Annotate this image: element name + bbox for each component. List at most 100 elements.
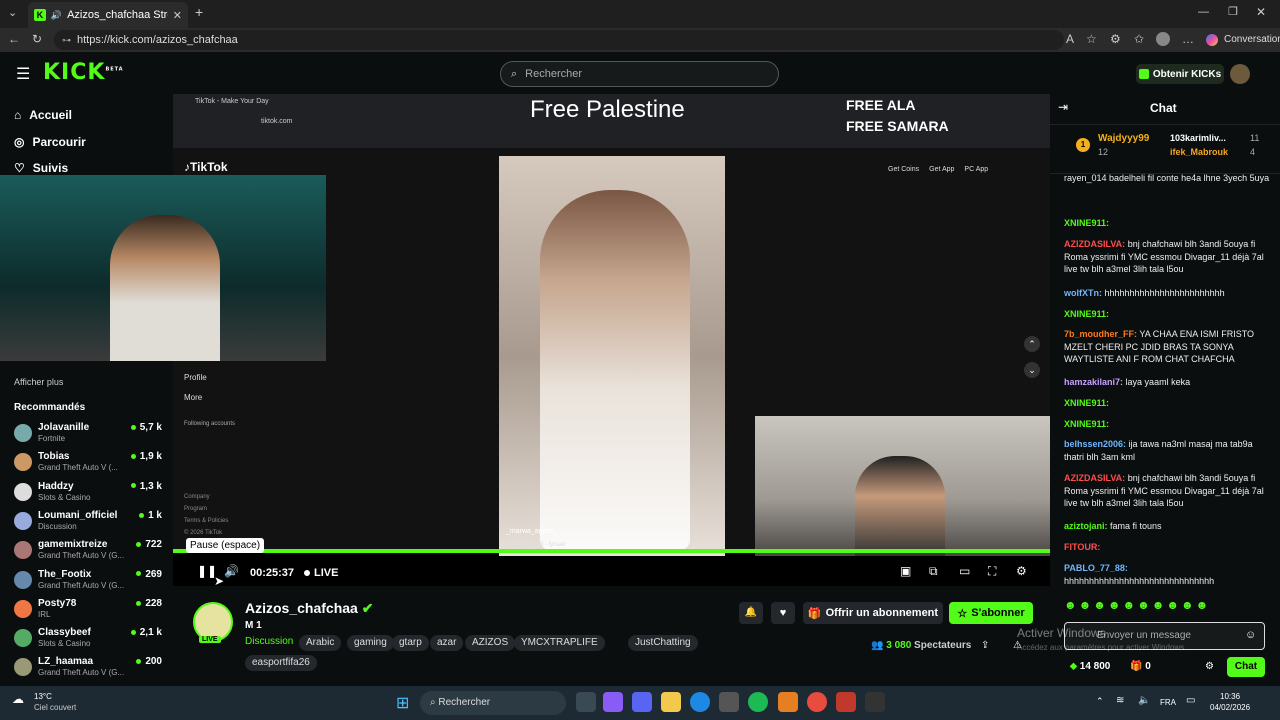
favorites-icon[interactable]: ✩	[1134, 32, 1144, 46]
settings-icon[interactable]: ⚙	[1016, 564, 1027, 578]
site-info-icon[interactable]: ⊶	[62, 35, 71, 46]
tag-arabic[interactable]: Arabic	[299, 635, 342, 651]
task-view-icon[interactable]	[576, 692, 596, 712]
edge-icon[interactable]	[690, 692, 710, 712]
search-input[interactable]: ⌕ Rechercher	[500, 61, 779, 87]
menu-icon[interactable]: ☰	[16, 64, 30, 84]
favorite-icon[interactable]: ☆	[1086, 32, 1097, 46]
spotify-icon[interactable]	[748, 692, 768, 712]
recommended-channel[interactable]: The_Footix Grand Theft Auto V (G... 269	[14, 569, 164, 595]
tag-gtarp[interactable]: gtarp	[392, 635, 429, 651]
stream-category[interactable]: Discussion	[245, 636, 293, 647]
top1-name[interactable]: Wajdyyy99	[1098, 133, 1149, 144]
top3-name[interactable]: ifek_Mabrouk	[1170, 147, 1228, 157]
user-avatar[interactable]	[1230, 64, 1250, 84]
chat-username[interactable]: AZIZDASILVA:	[1064, 239, 1125, 249]
streamer-name[interactable]: Azizos_chafchaa ✔	[245, 600, 373, 617]
share-icon[interactable]: ⇪	[981, 640, 989, 651]
battery-icon[interactable]: ▭	[1186, 695, 1195, 706]
recommended-channel[interactable]: Loumani_officiel Discussion 1 k	[14, 510, 164, 536]
url-field[interactable]: ⊶ https://kick.com/azizos_chafchaa	[54, 30, 1064, 50]
speaker-tray-icon[interactable]: 🔈	[1138, 695, 1150, 706]
tag-azar[interactable]: azar	[430, 635, 464, 651]
file-explorer-icon[interactable]	[661, 692, 681, 712]
emoji-icon[interactable]: ☺	[1245, 629, 1256, 641]
gift-subscription-button[interactable]: 🎁 Offrir un abonnement	[803, 602, 943, 624]
tag-gaming[interactable]: gaming	[347, 635, 394, 651]
maximize-icon[interactable]: ❐	[1228, 5, 1238, 18]
video-progress-bar[interactable]	[173, 549, 1050, 553]
tab-menu-icon[interactable]: ⌄	[8, 6, 17, 19]
miniplayer-icon[interactable]: ⧉	[929, 564, 938, 579]
copilot-app-icon[interactable]	[603, 692, 623, 712]
tag-ymcxtraplife[interactable]: YMCXTRAPLIFE	[514, 635, 605, 651]
recommended-channel[interactable]: gamemixtreize Grand Theft Auto V (G... 722	[14, 539, 164, 565]
show-more-link[interactable]: Afficher plus	[14, 377, 63, 387]
subscribe-button[interactable]: ☆ S'abonner	[949, 602, 1033, 624]
tag-azizos[interactable]: AZIZOS	[465, 635, 516, 651]
profile-avatar[interactable]	[1156, 32, 1170, 46]
kick-logo[interactable]: KICKBETA	[43, 60, 124, 85]
live-indicator[interactable]: LIVE	[304, 567, 338, 579]
conversation-button[interactable]: Conversation	[1224, 34, 1280, 45]
chat-username[interactable]: XNINE911:	[1064, 398, 1109, 408]
tray-chevron-icon[interactable]: ⌃	[1096, 696, 1104, 707]
send-chat-button[interactable]: Chat	[1227, 657, 1265, 677]
extensions-icon[interactable]: ⚙	[1110, 32, 1121, 46]
chat-username[interactable]: wolfXTn:	[1064, 288, 1102, 298]
nav-browse[interactable]: ◎ Parcourir	[14, 135, 86, 149]
language-indicator[interactable]: FRA	[1160, 698, 1176, 707]
chat-username[interactable]: 7b_moudher_FF:	[1064, 329, 1137, 339]
browser-tab[interactable]: K 🔊 Azizos_chafchaa Stream - Wa ✕	[28, 2, 188, 28]
points-display[interactable]: ⬥ 14 800	[1070, 661, 1110, 672]
recommended-channel[interactable]: LZ_haamaa Grand Theft Auto V (G... 200	[14, 656, 164, 682]
recommended-channel[interactable]: Haddzy Slots & Casino 1,3 k	[14, 481, 164, 507]
tiktok-down-icon[interactable]: ⌄	[1024, 362, 1040, 378]
chat-username[interactable]: XNINE911:	[1064, 419, 1109, 429]
follow-heart-icon[interactable]: ♥	[771, 602, 795, 624]
app-icon-b[interactable]	[836, 692, 856, 712]
nav-home[interactable]: ⌂ Accueil	[14, 108, 72, 122]
notification-bell-icon[interactable]: 🔔	[739, 602, 763, 624]
tag-easportfifa26[interactable]: easportfifa26	[245, 655, 317, 671]
fullscreen-icon[interactable]: ⛶	[988, 564, 996, 579]
theater-icon[interactable]: ▭	[959, 564, 970, 578]
clock-time[interactable]: 10:36	[1220, 692, 1240, 701]
store-icon[interactable]	[719, 692, 739, 712]
back-icon[interactable]: ←	[8, 32, 20, 46]
read-aloud-icon[interactable]: A	[1066, 32, 1074, 46]
chat-username[interactable]: AZIZDASILVA:	[1064, 473, 1125, 483]
get-kicks-button[interactable]: Obtenir KICKs	[1136, 64, 1224, 84]
taskbar-search[interactable]: ⌕ Rechercher	[420, 691, 566, 715]
recommended-channel[interactable]: Classybeef Slots & Casino 2,1 k	[14, 627, 164, 653]
close-window-icon[interactable]: ✕	[1256, 5, 1266, 19]
chat-username[interactable]: aziztojani:	[1064, 521, 1108, 531]
chat-settings-icon[interactable]: ⚙	[1205, 661, 1214, 672]
gifts-display[interactable]: 🎁 0	[1130, 661, 1151, 672]
emote-bar[interactable]: ☻☻☻☻☻☻☻☻☻☻	[1064, 598, 1264, 616]
reload-icon[interactable]: ↻	[32, 32, 42, 46]
clip-icon[interactable]: ▣	[900, 564, 911, 578]
nav-following[interactable]: ♡ Suivis	[14, 161, 68, 175]
chat-username[interactable]: XNINE911:	[1064, 309, 1109, 319]
chrome-icon[interactable]	[807, 692, 827, 712]
top2-name[interactable]: 103karimliv...	[1170, 133, 1226, 143]
collapse-chat-icon[interactable]: ⇥	[1058, 100, 1068, 114]
chat-username[interactable]: hamzakilani7:	[1064, 377, 1123, 387]
chat-username[interactable]: FITOUR:	[1064, 542, 1100, 552]
start-icon[interactable]: ⊞	[396, 693, 409, 713]
new-tab-icon[interactable]: +	[195, 4, 203, 20]
weather-temp[interactable]: 13°C	[34, 692, 52, 701]
tag-justchatting[interactable]: JustChatting	[628, 635, 698, 651]
recommended-channel[interactable]: Tobias Grand Theft Auto V (... 1,9 k	[14, 451, 164, 477]
app-icon-c[interactable]	[865, 692, 885, 712]
discord-icon[interactable]	[632, 692, 652, 712]
tiktok-up-icon[interactable]: ⌃	[1024, 336, 1040, 352]
more-icon[interactable]: …	[1182, 32, 1194, 46]
close-tab-icon[interactable]: ✕	[173, 9, 182, 22]
recommended-channel[interactable]: Posty78 IRL 228	[14, 598, 164, 624]
volume-icon[interactable]: 🔊	[224, 564, 239, 578]
chat-username[interactable]: belhssen2006:	[1064, 439, 1126, 449]
app-icon-a[interactable]	[778, 692, 798, 712]
recommended-channel[interactable]: Jolavanille Fortnite 5,7 k	[14, 422, 164, 448]
